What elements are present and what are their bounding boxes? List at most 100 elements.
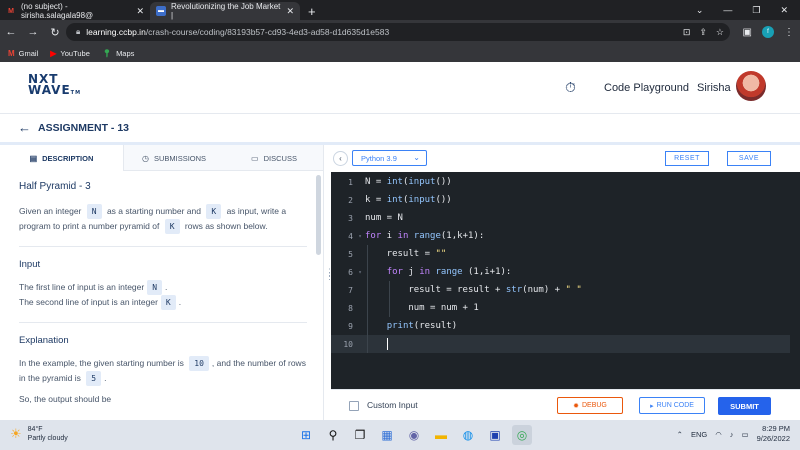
teams-chat-icon[interactable]: ◉	[404, 425, 424, 445]
browser-right-controls: ▣ f ⋮	[743, 23, 794, 41]
battery-icon[interactable]: ▭	[742, 430, 749, 439]
weather-desc: Partly cloudy	[27, 435, 68, 442]
debug-button[interactable]: ✹ DEBUG	[557, 397, 623, 414]
task-view-icon[interactable]: ❐	[350, 425, 370, 445]
language-indicator[interactable]: ENG	[691, 430, 707, 439]
windows-taskbar: ☀ 84°F Partly cloudy ⊞ ⚲ ❐ ▦ ◉ ▬ ◍ ▣ ◎ ⌃…	[0, 420, 800, 450]
gmail-icon: M	[8, 48, 15, 58]
user-name[interactable]: Sirisha	[697, 82, 731, 94]
close-icon[interactable]: ✕	[136, 6, 144, 17]
editor-toolbar: ‹ Python 3.9 ⌄ RESET SAVE	[331, 145, 800, 172]
sidebar-icon[interactable]: ▣	[743, 27, 752, 38]
close-icon[interactable]: ✕	[286, 6, 294, 17]
explanation-text: In the example, the given starting numbe…	[19, 356, 307, 386]
fold-icon[interactable]: ▾	[355, 269, 365, 276]
time: 8:29 PM	[762, 424, 790, 433]
code-editor[interactable]: 1 N = int(input()) 2 k = int(input()) 3 …	[331, 172, 790, 389]
description-icon: ▤	[29, 153, 38, 163]
save-button[interactable]: SAVE	[727, 151, 771, 166]
url-host: learning.ccbp.in	[86, 27, 146, 37]
code-line: 1 N = int(input())	[331, 173, 790, 191]
code-line: 6 ▾ for j in range (1,i+1):	[331, 263, 790, 281]
tab-submissions[interactable]: ◷ SUBMISSIONS	[124, 145, 224, 171]
minimize-icon[interactable]: —	[723, 5, 732, 15]
address-toolbar: ← → ↻ 🔒︎ learning.ccbp.in/crash-course/c…	[0, 20, 800, 44]
text: In the example, the given starting numbe…	[19, 358, 184, 368]
code-line: 4 ▾ for i in range(1,k+1):	[331, 227, 790, 245]
fold-icon[interactable]: ▾	[355, 233, 365, 240]
install-icon[interactable]: ⊡	[683, 27, 691, 38]
reload-icon[interactable]: ↻	[44, 26, 66, 39]
stopwatch-icon[interactable]: ⏱︎	[565, 79, 581, 95]
file-explorer-icon[interactable]: ▬	[431, 425, 451, 445]
share-icon[interactable]: ⇪	[699, 27, 707, 38]
wifi-icon[interactable]: ◠	[715, 430, 722, 439]
profile-avatar[interactable]: f	[762, 26, 774, 38]
run-code-button[interactable]: ▸ RUN CODE	[639, 397, 705, 414]
url-bar[interactable]: 🔒︎ learning.ccbp.in/crash-course/coding/…	[66, 23, 730, 41]
star-icon[interactable]: ☆	[716, 27, 724, 38]
editor-scrollbar[interactable]	[790, 172, 800, 389]
code-line: 8 num = num + 1	[331, 299, 790, 317]
description-text: Given an integer N as a starting number …	[19, 204, 307, 234]
line-number: 10	[343, 339, 353, 349]
code-chip: N	[147, 280, 163, 295]
weather-widget[interactable]: ☀ 84°F Partly cloudy	[10, 425, 68, 443]
bookmark-maps[interactable]: 📍︎ Maps	[102, 49, 135, 58]
code-playground-link[interactable]: Code Playground	[604, 82, 689, 94]
edge-icon[interactable]: ◍	[458, 425, 478, 445]
bookmark-label: YouTube	[60, 48, 90, 58]
problem-description: Half Pyramid - 3 Given an integer N as a…	[19, 181, 307, 407]
avatar[interactable]	[736, 71, 766, 101]
collapse-panel-button[interactable]: ‹	[333, 151, 348, 166]
browser-tab-gmail[interactable]: M (no subject) - sirisha.salagala98@ ✕	[0, 2, 150, 20]
code-chip: K	[160, 295, 176, 310]
tab-title: Revolutionizing the Job Market |	[171, 2, 281, 20]
browser-tab-bar: M (no subject) - sirisha.salagala98@ ✕ ▬…	[0, 0, 800, 20]
code-text: result = ""	[365, 249, 447, 259]
chevron-down-icon[interactable]: ⌄	[696, 5, 704, 16]
code-line: 5 result = ""	[331, 245, 790, 263]
new-tab-button[interactable]: +	[308, 2, 316, 20]
code-chip: K	[206, 204, 222, 219]
resize-handle[interactable]: ⋮ ⋮	[325, 268, 334, 281]
custom-input-label[interactable]: Custom Input	[367, 400, 418, 410]
screen: M (no subject) - sirisha.salagala98@ ✕ ▬…	[0, 0, 800, 450]
text: rows as shown below.	[184, 221, 268, 231]
ccbp-icon: ▬	[156, 6, 166, 16]
chevron-up-icon[interactable]: ⌃	[677, 430, 683, 439]
code-text: N = int(input())	[365, 177, 452, 187]
bug-icon: ✹	[573, 402, 579, 410]
code-text: num = num + 1	[365, 303, 479, 313]
widgets-icon[interactable]: ▦	[377, 425, 397, 445]
bookmark-gmail[interactable]: M Gmail	[8, 49, 38, 58]
url-path: /crash-course/coding/83193b57-cd93-4ed3-…	[145, 27, 390, 37]
tab-description[interactable]: ▤ DESCRIPTION	[0, 145, 124, 171]
search-icon[interactable]: ⚲	[323, 425, 343, 445]
language-select[interactable]: Python 3.9 ⌄	[352, 150, 427, 166]
clock[interactable]: 8:29 PM 9/26/2022	[757, 424, 790, 444]
bookmark-youtube[interactable]: ▶ YouTube	[50, 49, 90, 58]
menu-kebab-icon[interactable]: ⋮	[784, 27, 794, 38]
restore-icon[interactable]: ❐	[752, 5, 760, 16]
problem-panel: ▤ DESCRIPTION ◷ SUBMISSIONS ▭ DISCUSS Ha…	[0, 145, 324, 420]
indent-guide	[389, 281, 390, 317]
back-icon[interactable]: ←	[0, 26, 22, 38]
windows-start-icon[interactable]: ⊞	[296, 425, 316, 445]
reset-button[interactable]: RESET	[665, 151, 709, 166]
custom-input-checkbox[interactable]	[349, 401, 359, 411]
tab-discuss[interactable]: ▭ DISCUSS	[224, 145, 323, 171]
store-icon[interactable]: ▣	[485, 425, 505, 445]
forward-icon[interactable]: →	[22, 26, 44, 38]
nxtwave-logo[interactable]: NXT WAVETM	[28, 73, 88, 104]
close-window-icon[interactable]: ✕	[780, 5, 788, 16]
browser-tab-ccbp[interactable]: ▬ Revolutionizing the Job Market | ✕	[150, 2, 300, 20]
back-arrow-icon[interactable]: ←	[18, 120, 31, 135]
line-number: 5	[348, 249, 353, 259]
scrollbar[interactable]	[316, 175, 321, 255]
line-number: 7	[348, 285, 353, 295]
chrome-icon[interactable]: ◎	[512, 425, 532, 445]
lock-icon[interactable]: 🔒︎	[76, 27, 80, 37]
volume-icon[interactable]: ♪	[730, 430, 734, 439]
submit-button[interactable]: SUBMIT	[718, 397, 771, 415]
